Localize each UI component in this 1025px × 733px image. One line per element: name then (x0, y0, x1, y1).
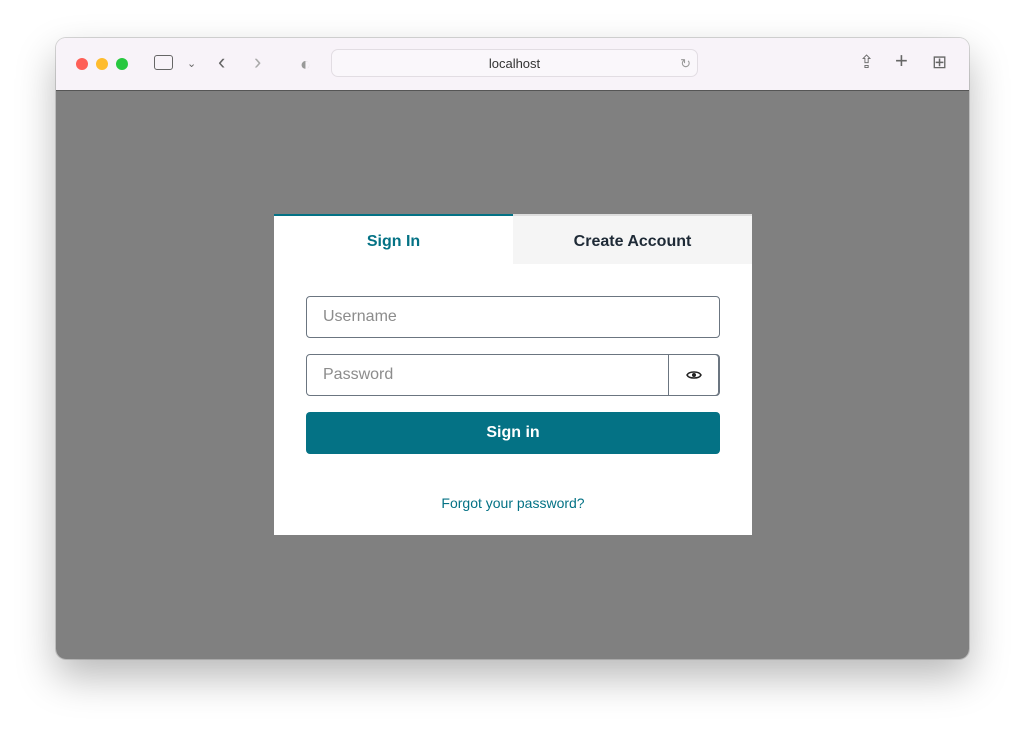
password-placeholder: Password (323, 366, 394, 383)
eye-icon (685, 371, 702, 379)
address-bar[interactable]: localhost ↻ (331, 49, 698, 77)
username-placeholder: Username (323, 308, 397, 325)
back-icon[interactable]: ‹ (218, 51, 225, 73)
password-input[interactable]: Password (306, 354, 720, 396)
sign-in-button[interactable]: Sign in (306, 412, 720, 454)
username-input[interactable]: Username (306, 296, 720, 338)
chevron-down-icon[interactable]: ⌄ (187, 55, 196, 73)
show-password-button[interactable] (668, 354, 719, 396)
new-tab-icon[interactable]: + (895, 50, 908, 72)
shield-icon[interactable]: ◐ (300, 55, 311, 73)
forward-icon[interactable]: › (254, 51, 261, 73)
browser-window: ⌄ ‹ › ◐ localhost ↻ ⇪ + ⊞ Sign In Create … (56, 38, 969, 659)
reload-icon[interactable]: ↻ (680, 50, 691, 77)
auth-card: Sign In Create Account Username Password… (274, 214, 752, 535)
maximize-window-button[interactable] (116, 58, 128, 70)
tab-create-account[interactable]: Create Account (513, 214, 752, 264)
url-text: localhost (488, 56, 541, 71)
forgot-password-link[interactable]: Forgot your password? (441, 495, 584, 511)
share-icon[interactable]: ⇪ (859, 53, 874, 71)
page-content: Sign In Create Account Username Password… (56, 91, 969, 659)
minimize-window-button[interactable] (96, 58, 108, 70)
sidebar-toggle-icon[interactable] (154, 55, 173, 70)
browser-toolbar: ⌄ ‹ › ◐ localhost ↻ ⇪ + ⊞ (56, 38, 969, 91)
close-window-button[interactable] (76, 58, 88, 70)
tab-overview-icon[interactable]: ⊞ (932, 53, 947, 71)
tab-sign-in[interactable]: Sign In (274, 214, 513, 264)
